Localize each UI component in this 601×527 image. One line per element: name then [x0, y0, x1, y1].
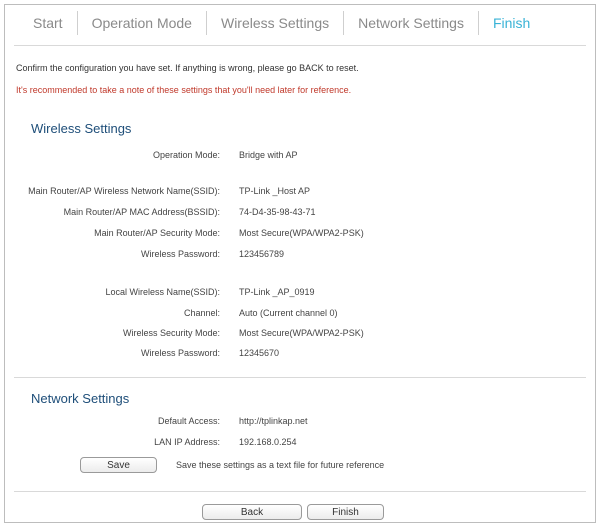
row-local-ssid: Local Wireless Name(SSID): TP-Link _AP_0… [0, 287, 600, 303]
local-password-label: Wireless Password: [140, 348, 220, 358]
main-bssid-value: 74-D4-35-98-43-71 [239, 207, 316, 217]
default-access-value: http://tplinkap.net [239, 416, 308, 426]
step-network-settings[interactable]: Network Settings [343, 11, 478, 35]
main-security-label: Main Router/AP Security Mode: [94, 228, 220, 238]
back-button[interactable]: Back [202, 504, 302, 520]
step-operation-mode[interactable]: Operation Mode [76, 11, 206, 35]
row-default-access: Default Access: http://tplinkap.net [0, 416, 600, 432]
footer-divider [14, 491, 586, 492]
main-password-label: Wireless Password: [140, 249, 220, 259]
confirm-message: Confirm the configuration you have set. … [16, 63, 359, 73]
row-local-security: Wireless Security Mode: Most Secure(WPA/… [0, 328, 600, 344]
step-start[interactable]: Start [19, 11, 77, 35]
lan-ip-value: 192.168.0.254 [239, 437, 297, 447]
save-note: Save these settings as a text file for f… [176, 460, 385, 470]
main-password-value: 123456789 [239, 249, 285, 259]
wireless-settings-title: Wireless Settings [31, 121, 132, 136]
row-main-bssid: Main Router/AP MAC Address(BSSID): 74-D4… [0, 207, 600, 223]
local-security-value: Most Secure(WPA/WPA2-PSK) [239, 328, 364, 338]
step-finish[interactable]: Finish [477, 11, 544, 35]
local-password-value: 12345670 [239, 348, 280, 358]
recommend-message: It's recommended to take a note of these… [16, 85, 352, 95]
main-security-value: Most Secure(WPA/WPA2-PSK) [239, 228, 364, 238]
channel-label: Channel: [183, 308, 220, 318]
section-divider [14, 377, 586, 378]
local-ssid-value: TP-Link _AP_0919 [239, 287, 315, 297]
channel-value: Auto (Current channel 0) [239, 308, 338, 318]
local-security-label: Wireless Security Mode: [122, 328, 220, 338]
main-ssid-value: TP-Link _Host AP [239, 186, 311, 196]
row-main-security: Main Router/AP Security Mode: Most Secur… [0, 228, 600, 244]
wizard-steps: Start Operation Mode Wireless Settings N… [19, 9, 544, 37]
lan-ip-label: LAN IP Address: [154, 437, 220, 447]
local-ssid-label: Local Wireless Name(SSID): [105, 287, 220, 297]
operation-mode-label: Operation Mode: [152, 150, 220, 160]
step-wireless-settings[interactable]: Wireless Settings [205, 11, 343, 35]
row-operation-mode: Operation Mode: Bridge with AP [0, 150, 600, 166]
row-main-password: Wireless Password: 123456789 [0, 249, 600, 265]
row-local-password: Wireless Password: 12345670 [0, 348, 600, 364]
save-button[interactable]: Save [80, 457, 157, 473]
steps-divider [14, 45, 586, 46]
main-ssid-label: Main Router/AP Wireless Network Name(SSI… [28, 186, 220, 196]
operation-mode-value: Bridge with AP [239, 150, 298, 160]
network-settings-title: Network Settings [31, 391, 130, 406]
default-access-label: Default Access: [157, 416, 220, 426]
row-main-ssid: Main Router/AP Wireless Network Name(SSI… [0, 186, 600, 202]
main-bssid-label: Main Router/AP MAC Address(BSSID): [63, 207, 220, 217]
finish-button[interactable]: Finish [307, 504, 384, 520]
row-channel: Channel: Auto (Current channel 0) [0, 308, 600, 324]
row-lan-ip: LAN IP Address: 192.168.0.254 [0, 437, 600, 453]
